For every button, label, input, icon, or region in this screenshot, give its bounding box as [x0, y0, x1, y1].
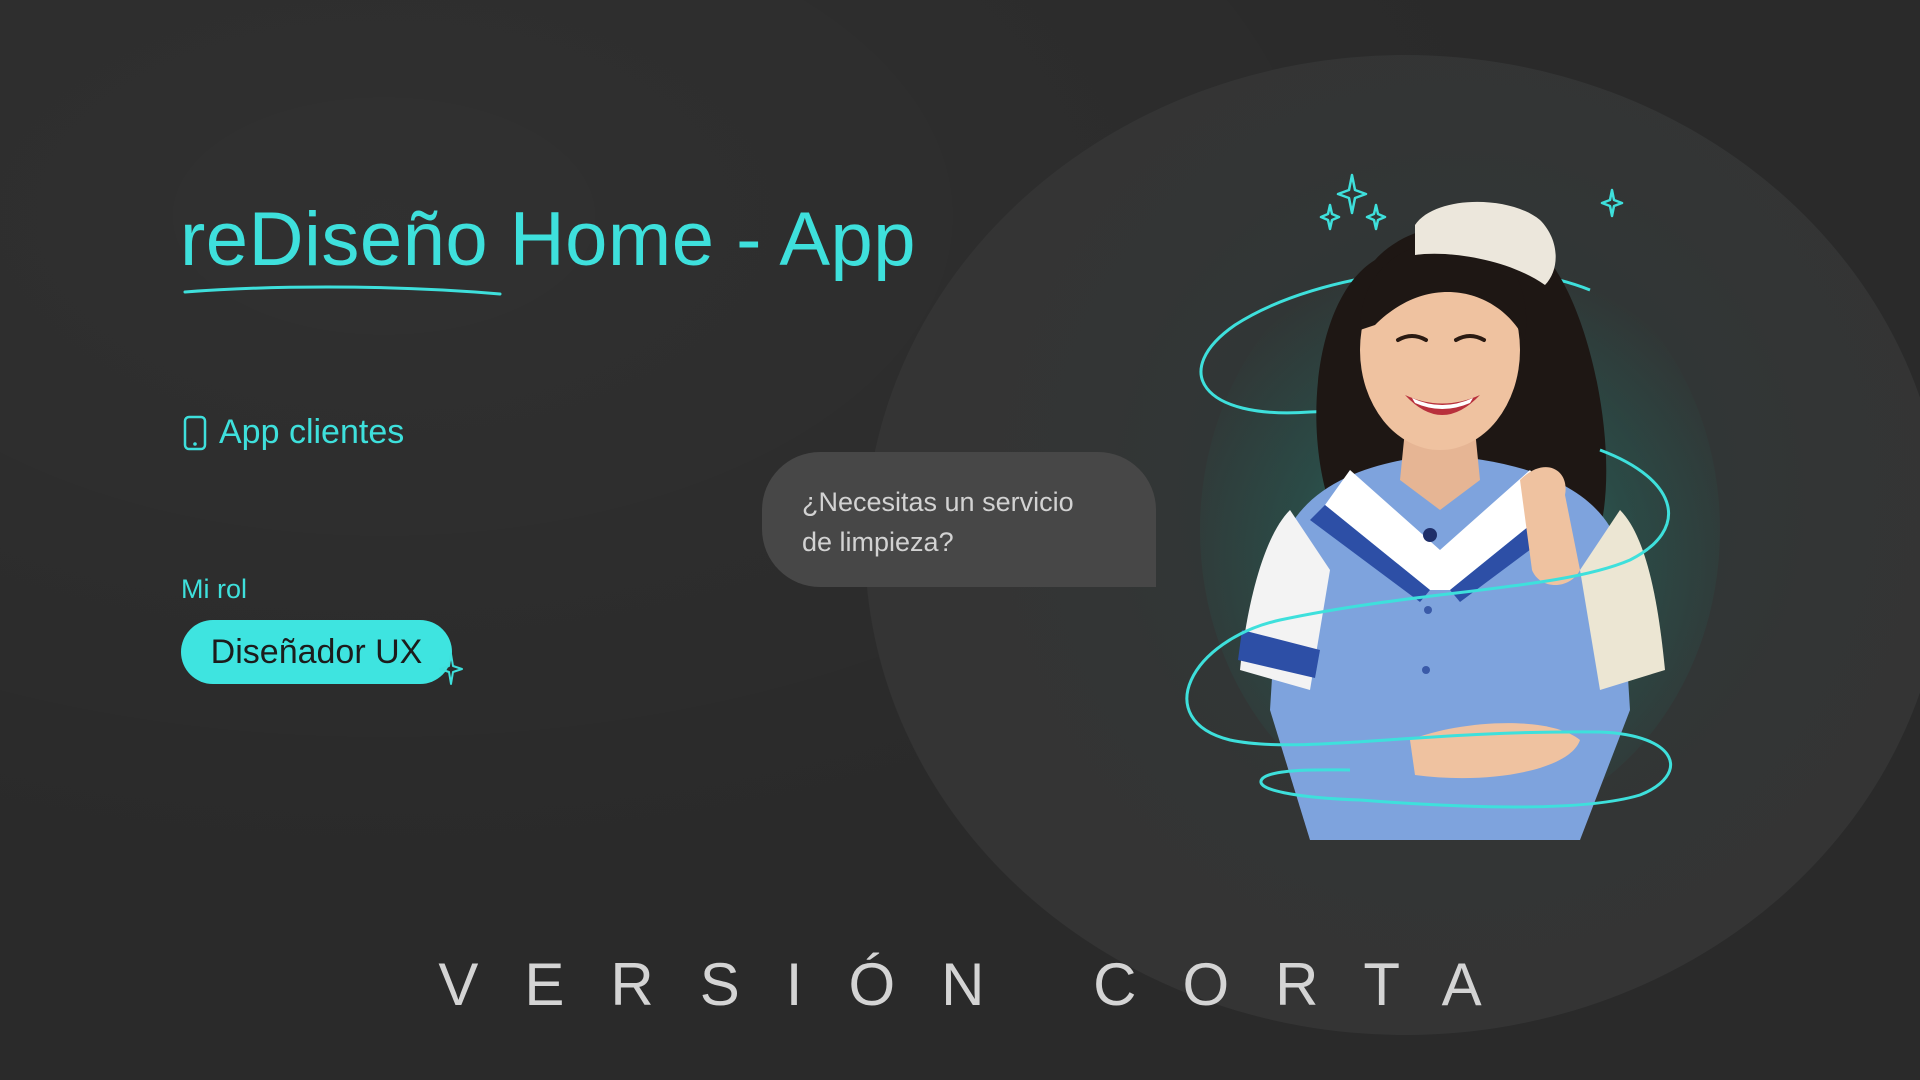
version-label: VERSIÓN CORTA	[438, 951, 1528, 1018]
smartphone-icon	[183, 415, 207, 450]
chat-line-1: ¿Necesitas un servicio	[802, 487, 1074, 517]
platform-label: App clientes	[183, 413, 404, 452]
role-badge: Diseñador UX	[181, 620, 452, 684]
presentation-slide: reDiseño Home - App App clientes Mi rol …	[0, 0, 1920, 1080]
sparkle-icon	[439, 653, 463, 685]
platform-text: App clientes	[219, 413, 405, 451]
chat-bubble: ¿Necesitas un servicio de limpieza?	[762, 452, 1156, 587]
page-title: reDiseño Home - App	[180, 197, 917, 282]
person-illustration	[1185, 173, 1672, 840]
title-underline	[183, 285, 502, 296]
role-label: Mi rol	[181, 574, 247, 604]
chat-line-2: de limpieza?	[802, 527, 954, 557]
